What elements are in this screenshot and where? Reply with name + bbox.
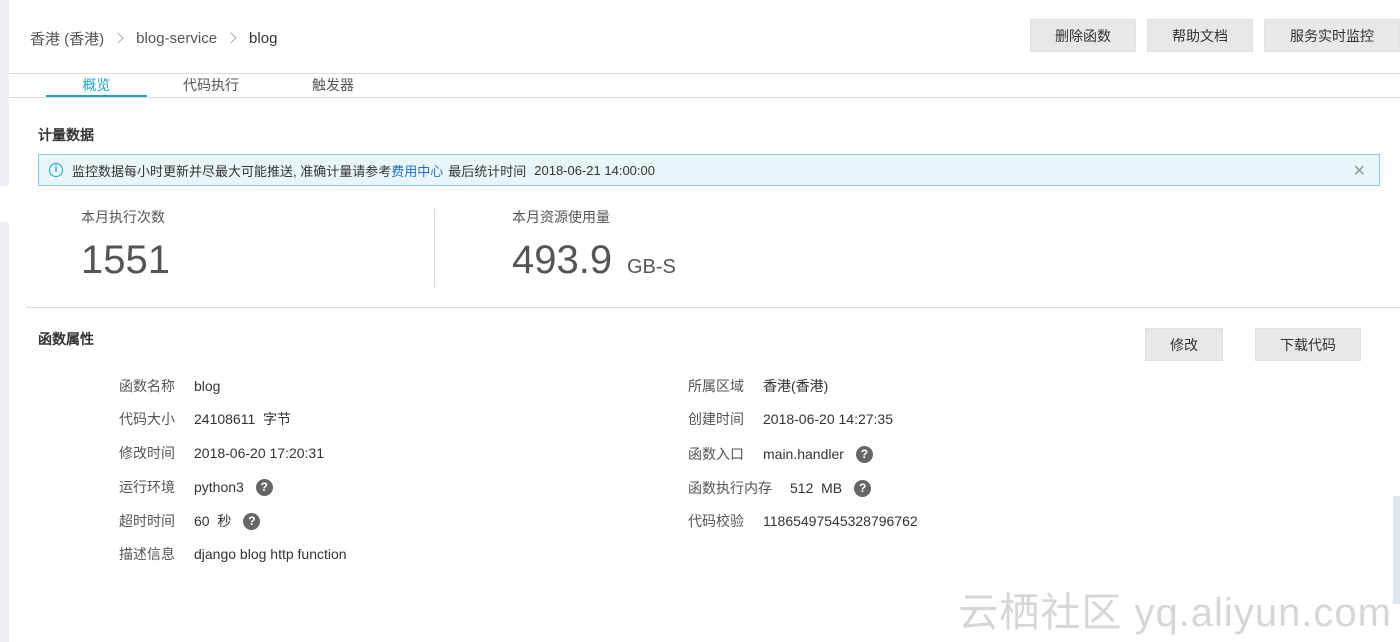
prop-code-size: 代码大小 24108611 字节 [119, 409, 291, 429]
invocations-value: 1551 [81, 238, 170, 282]
prop-function-name: 函数名称 blog [119, 376, 220, 396]
prop-region: 所属区域 香港(香港) [688, 376, 828, 396]
breadcrumb-service[interactable]: blog-service [136, 30, 217, 47]
edit-button[interactable]: 修改 [1145, 328, 1223, 361]
prop-label: 运行环境 [119, 479, 175, 495]
prop-timeout: 超时时间 60 秒 ? [119, 511, 261, 531]
invocations-label: 本月执行次数 [81, 209, 165, 225]
prop-label: 超时时间 [119, 513, 175, 529]
prop-label: 所属区域 [688, 378, 744, 394]
prop-value: 60 秒 [194, 513, 232, 529]
prop-label: 创建时间 [688, 411, 744, 427]
stat-divider [434, 209, 435, 287]
prop-value: 512 MB [790, 480, 843, 496]
left-rail [0, 0, 9, 642]
prop-runtime: 运行环境 python3 ? [119, 477, 273, 497]
close-icon[interactable]: ✕ [1353, 161, 1366, 181]
tab-bar: 概览 代码执行 触发器 [46, 75, 391, 97]
tab-overview[interactable]: 概览 [46, 75, 147, 97]
help-icon[interactable]: ? [855, 445, 873, 463]
prop-value: 香港(香港) [763, 378, 829, 394]
chevron-right-icon [225, 32, 237, 44]
help-docs-button[interactable]: 帮助文档 [1147, 19, 1253, 52]
prop-description: 描述信息 django blog http function [119, 544, 347, 564]
prop-value: 24108611 字节 [194, 411, 292, 427]
tabs-divider [9, 97, 1400, 98]
scrollbar[interactable] [1393, 496, 1400, 604]
prop-label: 代码大小 [119, 411, 175, 427]
prop-value: django blog http function [194, 546, 347, 562]
prop-handler: 函数入口 main.handler ? [688, 444, 873, 464]
resource-usage-label: 本月资源使用量 [512, 209, 610, 225]
prop-label: 代码校验 [688, 513, 744, 529]
prop-value: blog [194, 378, 221, 394]
tab-code-execution[interactable]: 代码执行 [147, 75, 275, 97]
prop-value: 11865497545328796762 [763, 513, 918, 529]
prop-value: 2018-06-20 14:27:35 [763, 411, 893, 427]
help-icon[interactable]: ? [854, 479, 872, 497]
section-divider [26, 307, 1400, 308]
prop-created-time: 创建时间 2018-06-20 14:27:35 [688, 409, 893, 429]
prop-value: main.handler [763, 446, 844, 462]
notice-text: 监控数据每小时更新并尽最大可能推送, 准确计量请参考 [72, 163, 392, 179]
prop-label: 函数入口 [688, 446, 744, 462]
notice-last-stat-label: 最后统计时间 [448, 163, 527, 179]
notice-last-stat-time: 2018-06-21 14:00:00 [534, 162, 655, 178]
prop-label: 修改时间 [119, 445, 175, 461]
prop-modified-time: 修改时间 2018-06-20 17:20:31 [119, 443, 324, 463]
breadcrumb-region[interactable]: 香港 (香港) [30, 28, 104, 49]
help-icon[interactable]: ? [243, 512, 261, 530]
header-actions: 删除函数 帮助文档 服务实时监控 [1030, 19, 1400, 52]
help-icon[interactable]: ? [255, 478, 273, 496]
prop-value: python3 [194, 479, 244, 495]
info-icon: i [49, 163, 63, 177]
prop-label: 函数执行内存 [688, 480, 772, 496]
prop-memory: 函数执行内存 512 MB ? [688, 478, 872, 498]
prop-label: 描述信息 [119, 546, 175, 562]
realtime-monitor-button[interactable]: 服务实时监控 [1264, 19, 1400, 52]
tab-triggers[interactable]: 触发器 [275, 75, 391, 97]
prop-label: 函数名称 [119, 378, 175, 394]
chevron-right-icon [112, 32, 124, 44]
properties-title: 函数属性 [38, 331, 94, 347]
watermark: 云栖社区 yq.aliyun.com [958, 591, 1392, 635]
left-rail-gap [0, 186, 9, 222]
delete-function-button[interactable]: 删除函数 [1030, 19, 1136, 52]
header-divider [9, 73, 1400, 74]
prop-value: 2018-06-20 17:20:31 [194, 445, 324, 461]
breadcrumb-function: blog [249, 29, 278, 47]
prop-checksum: 代码校验 11865497545328796762 [688, 511, 918, 531]
breadcrumb: 香港 (香港) blog-service blog [30, 27, 277, 49]
resource-usage-unit: GB-S [627, 256, 676, 278]
metering-title: 计量数据 [38, 127, 94, 143]
billing-center-link[interactable]: 费用中心 [391, 161, 443, 180]
resource-usage-value: 493.9 [512, 238, 613, 282]
monitor-notice: i 监控数据每小时更新并尽最大可能推送, 准确计量请参考 费用中心 最后统计时间… [38, 154, 1380, 186]
download-code-button[interactable]: 下载代码 [1255, 328, 1361, 361]
